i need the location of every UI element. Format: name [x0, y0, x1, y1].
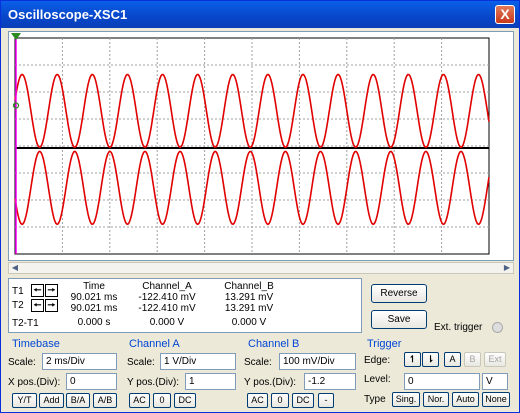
trigger-none-button[interactable]: None — [482, 392, 510, 407]
channel-b-dc-button[interactable]: DC — [292, 393, 314, 408]
channel-b-scale-field[interactable]: 100 mV/Div — [279, 353, 356, 370]
mode-ba-button[interactable]: B/A — [66, 393, 90, 408]
channel-a-group: Channel A Scale: 1 V/Div Y pos.(Div): 1 … — [123, 336, 240, 412]
scroll-left-icon[interactable]: ◀ — [9, 263, 21, 273]
cursor-marker-icon — [11, 33, 21, 40]
t2-right-arrow-icon[interactable]: 🠖 — [45, 299, 58, 312]
trigger-normal-button[interactable]: Nor. — [423, 392, 449, 407]
trigger-source-b-button[interactable]: B — [464, 352, 481, 367]
row-label-t2: T2 — [12, 300, 24, 311]
window-title: Oscilloscope-XSC1 — [8, 7, 128, 22]
trigger-level-field[interactable]: 0 — [404, 373, 480, 390]
trigger-title: Trigger — [367, 338, 402, 350]
trigger-level-label: Level: — [364, 374, 391, 385]
oscilloscope-window: Oscilloscope-XSC1 X ◀ ▶ T1 T2 T2-T1 🠔 🠖 … — [0, 0, 520, 413]
trigger-source-a-button[interactable]: A — [444, 352, 461, 367]
trigger-source-ext-button[interactable]: Ext — [484, 352, 506, 367]
reverse-button[interactable]: Reverse — [371, 284, 427, 303]
row-label-diff: T2-T1 — [12, 318, 39, 329]
channel-a-scale-label: Scale: — [127, 357, 155, 368]
trigger-single-button[interactable]: Sing. — [392, 392, 420, 407]
timebase-scale-field[interactable]: 2 ms/Div — [42, 353, 117, 370]
t2-time: 90.021 ms — [70, 303, 118, 314]
rising-edge-icon[interactable]: ↿ — [404, 352, 421, 367]
channel-a-ypos-label: Y pos.(Div): — [127, 377, 180, 388]
row-label-t1: T1 — [12, 286, 24, 297]
save-button[interactable]: Save — [371, 310, 427, 329]
t1-channel-a: -122.410 mV — [138, 292, 196, 303]
channel-b-invert-button[interactable]: - — [318, 393, 334, 408]
channel-b-ypos-field[interactable]: -1.2 — [304, 373, 356, 390]
channel-b-zero-button[interactable]: 0 — [271, 393, 289, 408]
channel-a-title: Channel A — [129, 338, 180, 350]
trigger-edge-label: Edge: — [364, 355, 391, 366]
t1-channel-b: 13.291 mV — [224, 292, 274, 303]
header-channel-b: Channel_B — [224, 281, 274, 292]
channel-a-ypos-field[interactable]: 1 — [185, 373, 236, 390]
trigger-auto-button[interactable]: Auto — [452, 392, 479, 407]
diff-time: 0.000 s — [77, 317, 111, 328]
ext-trigger-terminal-icon[interactable] — [492, 322, 503, 333]
channel-b-ypos-label: Y pos.(Div): — [244, 377, 297, 388]
timebase-group: Timebase Scale: 2 ms/Div X pos.(Div): 0 … — [6, 336, 121, 412]
falling-edge-icon[interactable]: ⇂ — [422, 352, 439, 367]
scope-screen[interactable] — [8, 31, 514, 261]
timebase-xpos-label: X pos.(Div): — [8, 377, 61, 388]
title-bar[interactable]: Oscilloscope-XSC1 X — [1, 1, 519, 28]
horizontal-scrollbar[interactable]: ◀ ▶ — [8, 262, 514, 274]
channel-b-scale-label: Scale: — [244, 357, 272, 368]
close-button[interactable]: X — [495, 5, 515, 24]
trigger-group: Trigger Edge: ↿ ⇂ A B Ext Level: 0 V Typ… — [361, 336, 517, 412]
channel-a-scale-field[interactable]: 1 V/Div — [160, 353, 236, 370]
mode-add-button[interactable]: Add — [39, 393, 64, 408]
header-channel-a: Channel_A — [142, 281, 192, 292]
t1-time: 90.021 ms — [70, 292, 118, 303]
channel-a-ac-button[interactable]: AC — [129, 393, 150, 408]
header-time: Time — [83, 281, 105, 292]
cursor-readout-panel: T1 T2 T2-T1 🠔 🠖 🠔 🠖 Time Channel_A Chann… — [8, 278, 362, 333]
scroll-right-icon[interactable]: ▶ — [501, 263, 513, 273]
diff-channel-b: 0.000 V — [231, 317, 267, 328]
timebase-xpos-field[interactable]: 0 — [66, 373, 117, 390]
trigger-type-label: Type — [364, 394, 386, 405]
mode-ab-button[interactable]: A/B — [93, 393, 117, 408]
channel-a-dc-button[interactable]: DC — [174, 393, 196, 408]
t2-channel-a: -122.410 mV — [138, 303, 196, 314]
scope-display — [11, 33, 490, 255]
mode-yt-button[interactable]: Y/T — [12, 393, 37, 408]
timebase-title: Timebase — [12, 338, 60, 350]
t1-left-arrow-icon[interactable]: 🠔 — [31, 284, 44, 297]
t1-right-arrow-icon[interactable]: 🠖 — [45, 284, 58, 297]
channel-a-zero-button[interactable]: 0 — [153, 393, 171, 408]
channel-b-title: Channel B — [248, 338, 300, 350]
diff-channel-a: 0.000 V — [149, 317, 185, 328]
t2-left-arrow-icon[interactable]: 🠔 — [31, 299, 44, 312]
channel-b-ac-button[interactable]: AC — [247, 393, 268, 408]
channel-b-group: Channel B Scale: 100 mV/Div Y pos.(Div):… — [242, 336, 359, 412]
trigger-level-unit[interactable]: V — [482, 373, 508, 390]
t2-channel-b: 13.291 mV — [224, 303, 274, 314]
ext-trigger-label: Ext. trigger — [434, 322, 483, 333]
timebase-scale-label: Scale: — [8, 357, 36, 368]
